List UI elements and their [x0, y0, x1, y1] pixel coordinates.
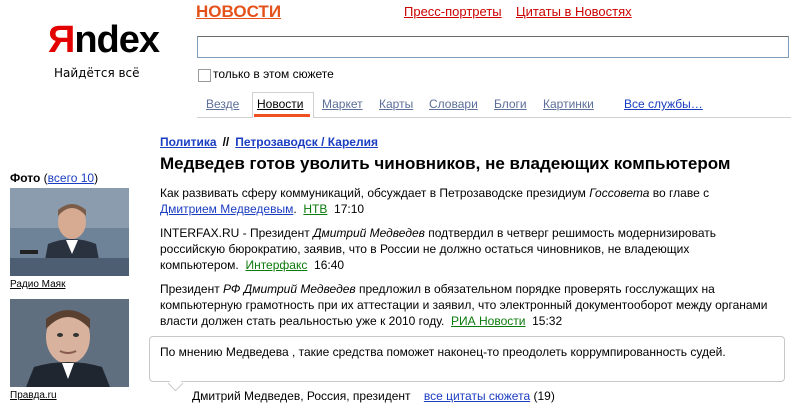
logo-first-letter: Я	[48, 19, 75, 61]
photos-heading: Фото (всего 10)	[10, 171, 99, 185]
tab-news[interactable]: Новости	[257, 97, 303, 111]
only-this-story-label: только в этом сюжете	[213, 67, 334, 81]
photos-title: Фото	[10, 171, 41, 185]
article-item: INTERFAX.RU - Президент Дмитрий Медведев…	[160, 225, 775, 273]
tab-everywhere[interactable]: Везде	[206, 97, 239, 111]
article-item: Президент РФ Дмитрий Медведев предложил …	[160, 281, 775, 329]
quote-text: По мнению Медведева , такие средства пом…	[160, 345, 726, 359]
only-this-story-checkbox[interactable]	[198, 69, 211, 82]
tab-images[interactable]: Картинки	[543, 97, 594, 111]
breadcrumb-politics[interactable]: Политика	[160, 135, 217, 149]
breadcrumb-separator: //	[222, 135, 230, 149]
article-time: 17:10	[334, 202, 365, 216]
breadcrumb-region[interactable]: Петрозаводск / Карелия	[235, 135, 378, 149]
article-text: Как развивать сферу коммуникаций, обсужд…	[160, 186, 590, 200]
tab-market[interactable]: Маркет	[322, 97, 363, 111]
quote-author: Дмитрий Медведев, Россия, президент	[192, 389, 411, 403]
logo-rest: ndex	[74, 19, 160, 61]
logo-tagline: Найдётся всё	[54, 66, 140, 80]
article-time: 16:40	[314, 258, 345, 272]
person-portrait-icon	[10, 299, 129, 387]
all-story-quotes-link[interactable]: все цитаты сюжета	[424, 389, 530, 403]
photo-thumbnail[interactable]	[10, 188, 129, 276]
article-source-link[interactable]: НТВ	[303, 202, 327, 216]
article-text: INTERFAX.RU - Президент	[160, 226, 314, 240]
article-source-link[interactable]: Интерфакс	[245, 258, 307, 272]
tab-dictionaries[interactable]: Словари	[429, 97, 478, 111]
service-tabs: Везде Новости Маркет Карты Словари Блоги…	[197, 92, 791, 118]
article-time: 15:32	[532, 314, 563, 328]
story-headline[interactable]: Медведев готов уволить чиновников, не вл…	[160, 154, 730, 174]
tab-blogs[interactable]: Блоги	[494, 97, 527, 111]
quotes-count: (19)	[533, 389, 555, 403]
article-source-link[interactable]: РИА Новости	[451, 314, 525, 328]
tab-all-services[interactable]: Все службы…	[624, 97, 703, 111]
breadcrumb: Политика // Петрозаводск / Карелия	[160, 135, 378, 149]
press-portraits-link[interactable]: Пресс-портреты	[404, 4, 502, 19]
article-text: во главе с	[649, 186, 710, 200]
search-input[interactable]	[197, 36, 789, 58]
article-text: .	[293, 202, 297, 216]
quote-attribution: Дмитрий Медведев, Россия, президент все …	[192, 389, 555, 403]
article-emphasis: РФ Дмитрий Медведев	[223, 282, 356, 296]
yandex-logo[interactable]: Яndex	[48, 19, 160, 61]
quote-box: По мнению Медведева , такие средства пом…	[149, 336, 785, 382]
article-emphasis: Госсовета	[589, 186, 650, 200]
photo-caption-link[interactable]: Радио Маяк	[10, 279, 65, 290]
photo-caption-link[interactable]: Правда.ru	[10, 390, 57, 401]
photos-count-link[interactable]: всего 10	[48, 171, 94, 185]
article-item: Как развивать сферу коммуникаций, обсужд…	[160, 185, 775, 217]
tab-maps[interactable]: Карты	[379, 97, 413, 111]
article-emphasis: Дмитрий Медведев	[313, 226, 425, 240]
photo-thumbnail[interactable]	[10, 299, 129, 387]
article-text: Президент	[160, 282, 224, 296]
person-photo-icon	[10, 188, 129, 276]
section-title-news[interactable]: НОВОСТИ	[196, 2, 281, 22]
quotes-in-news-link[interactable]: Цитаты в Новостях	[516, 4, 632, 19]
article-person-link[interactable]: Дмитрием Медведевым	[160, 202, 293, 216]
